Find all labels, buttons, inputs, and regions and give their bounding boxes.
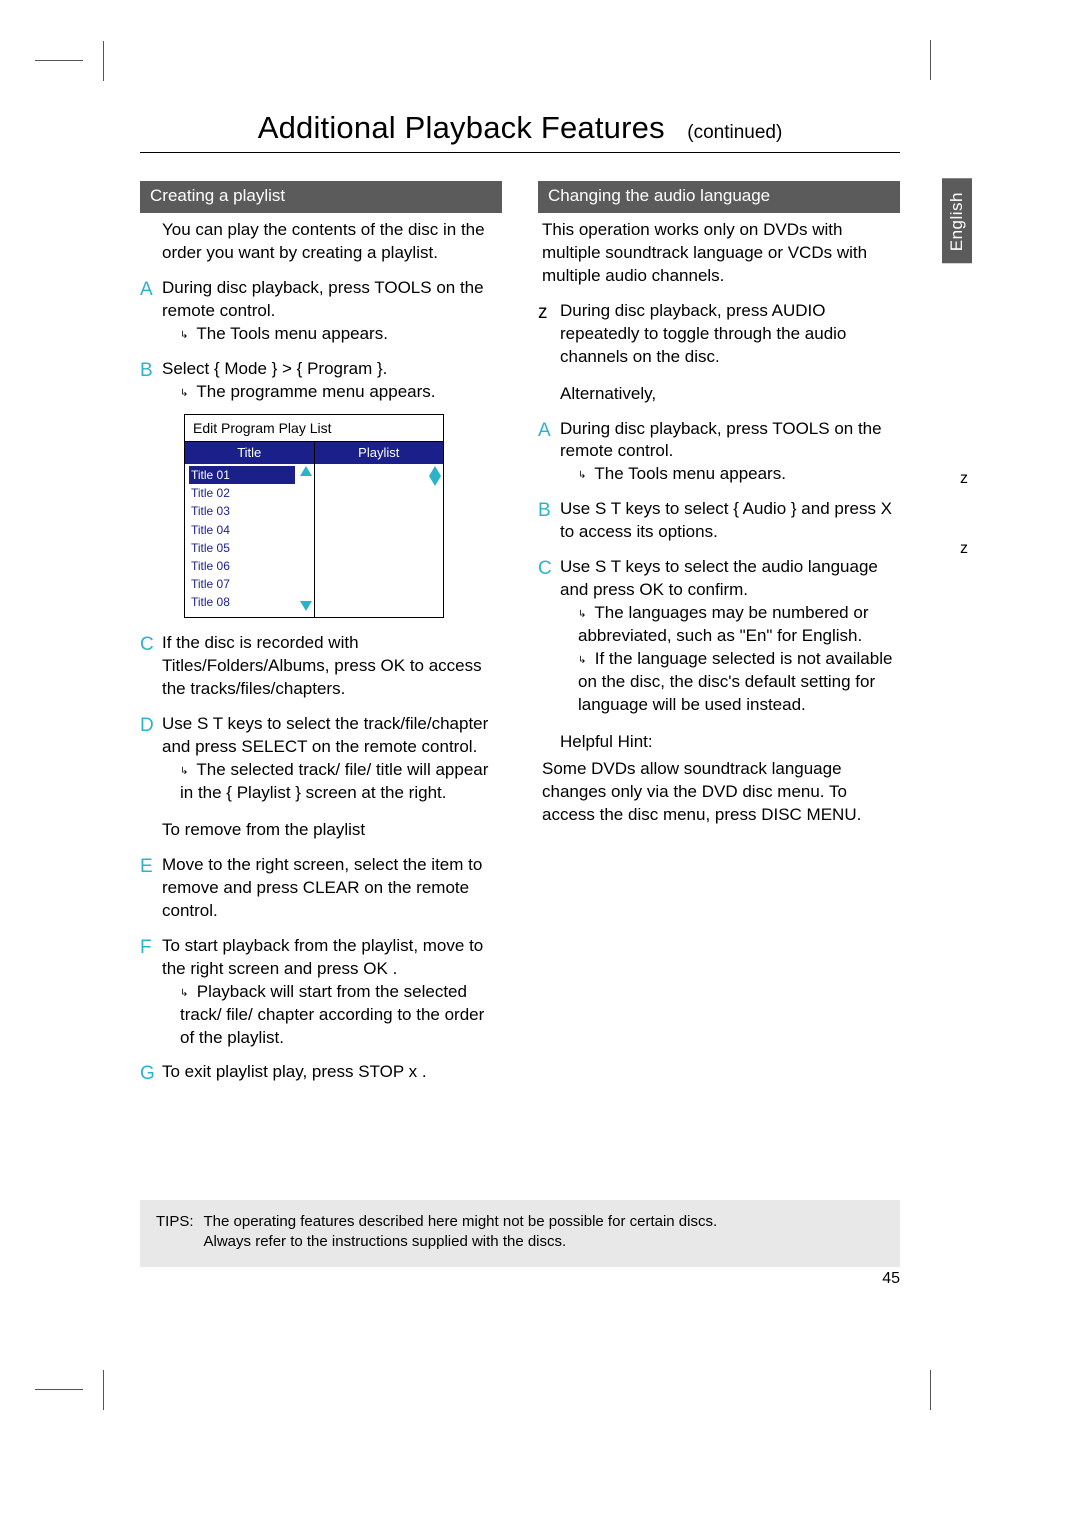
title-row-6: Title 06 xyxy=(189,557,295,575)
title-row-2: Title 02 xyxy=(189,484,295,502)
step-rc-result1: The languages may be numbered or abbrevi… xyxy=(578,603,868,645)
result-arrow-icon: ↳ xyxy=(180,765,192,779)
step-z-text: During disc playback, press AUDIO repeat… xyxy=(560,301,846,366)
step-d-text: Use S T keys to select the track/file/ch… xyxy=(162,714,488,756)
page-content: English z z Additional Playback Features… xyxy=(140,100,900,1087)
diagram-title-list: Title 01 Title 02 Title 03 Title 04 Titl… xyxy=(185,464,298,618)
step-c-label: C xyxy=(140,632,162,701)
title-main: Additional Playback Features xyxy=(258,110,665,145)
step-e: E Move to the right screen, select the i… xyxy=(140,854,502,923)
left-column: Creating a playlist You can play the con… xyxy=(140,181,502,1087)
page-number: 45 xyxy=(882,1270,900,1288)
step-rb-text: Use S T keys to select { Audio } and pre… xyxy=(560,499,892,541)
step-f-result: Playback will start from the selected tr… xyxy=(180,982,484,1047)
diagram-col-title: Title xyxy=(185,442,314,464)
helpful-hint-body: Some DVDs allow soundtrack language chan… xyxy=(542,758,900,827)
result-arrow-icon: ↳ xyxy=(180,329,192,343)
title-row-4: Title 04 xyxy=(189,521,295,539)
step-g-text: To exit playlist play, press STOP x . xyxy=(162,1062,427,1081)
step-a-text: During disc playback, press TOOLS on the… xyxy=(162,278,484,320)
step-b-result: The programme menu appears. xyxy=(196,382,435,401)
helpful-hint-title: Helpful Hint: xyxy=(560,731,900,754)
scroll-down-icon xyxy=(429,476,441,486)
result-arrow-icon: ↳ xyxy=(578,608,590,622)
tips-box: TIPS: The operating features described h… xyxy=(140,1200,900,1267)
subhead-audio-language: Changing the audio language xyxy=(538,181,900,213)
intro-right: This operation works only on DVDs with m… xyxy=(542,219,900,288)
scroll-up-icon xyxy=(300,466,312,476)
step-e-label: E xyxy=(140,854,162,923)
scroll-down-icon xyxy=(300,601,312,611)
step-ra-text: During disc playback, press TOOLS on the… xyxy=(560,419,882,461)
step-f-label: F xyxy=(140,935,162,1050)
step-d: D Use S T keys to select the track/file/… xyxy=(140,713,502,805)
step-rb-label: B xyxy=(538,498,560,544)
title-row-5: Title 05 xyxy=(189,539,295,557)
step-rc: C Use S T keys to select the audio langu… xyxy=(538,556,900,717)
alternatively-label: Alternatively, xyxy=(560,383,900,406)
step-rc-result2: If the language selected is not availabl… xyxy=(578,649,892,714)
result-arrow-icon: ↳ xyxy=(180,987,192,1001)
diagram-title: Edit Program Play List xyxy=(185,415,443,443)
tips-label: TIPS: xyxy=(156,1212,194,1253)
diagram-scroll-left xyxy=(298,464,314,618)
crop-mark-bottom-left xyxy=(35,1350,83,1390)
tips-line2: Always refer to the instructions supplie… xyxy=(204,1232,718,1252)
scroll-up-icon xyxy=(429,466,441,476)
edit-program-diagram: Edit Program Play List Title Title 01 Ti… xyxy=(184,414,444,619)
step-rb: B Use S T keys to select { Audio } and p… xyxy=(538,498,900,544)
step-f: F To start playback from the playlist, m… xyxy=(140,935,502,1050)
title-row-1: Title 01 xyxy=(189,466,295,484)
crop-mark-top-right xyxy=(930,40,931,80)
diagram-scroll-right xyxy=(427,464,443,492)
crop-mark-top-left xyxy=(35,60,83,100)
title-row-8: Title 08 xyxy=(189,593,295,611)
step-f-text: To start playback from the playlist, mov… xyxy=(162,936,483,978)
step-rc-text: Use S T keys to select the audio languag… xyxy=(560,557,878,599)
step-rc-label: C xyxy=(538,556,560,717)
result-arrow-icon: ↳ xyxy=(578,654,590,668)
step-b-text: Select { Mode } > { Program }. xyxy=(162,359,387,378)
step-ra: A During disc playback, press TOOLS on t… xyxy=(538,418,900,487)
step-g: G To exit playlist play, press STOP x . xyxy=(140,1061,502,1087)
step-ra-label: A xyxy=(538,418,560,487)
step-c-text: If the disc is recorded with Titles/Fold… xyxy=(162,633,482,698)
diagram-playlist-list xyxy=(315,464,428,492)
edge-marker-z2: z xyxy=(960,540,968,558)
step-ra-result: The Tools menu appears. xyxy=(594,464,786,483)
right-column: Changing the audio language This operati… xyxy=(538,181,900,1087)
step-b-label: B xyxy=(140,358,162,404)
language-tab: English xyxy=(942,178,972,263)
result-arrow-icon: ↳ xyxy=(578,469,590,483)
step-a-result: The Tools menu appears. xyxy=(196,324,388,343)
step-d-result: The selected track/ file/ title will app… xyxy=(180,760,488,802)
step-e-text: Move to the right screen, select the ite… xyxy=(162,855,482,920)
remove-title: To remove from the playlist xyxy=(162,819,502,842)
title-row-7: Title 07 xyxy=(189,575,295,593)
step-d-label: D xyxy=(140,713,162,805)
step-b: B Select { Mode } > { Program }. ↳ The p… xyxy=(140,358,502,404)
step-a-label: A xyxy=(140,277,162,346)
intro-left: You can play the contents of the disc in… xyxy=(162,219,502,265)
page-title: Additional Playback Features (continued) xyxy=(140,100,900,153)
diagram-col-playlist: Playlist xyxy=(315,442,444,464)
subhead-creating-playlist: Creating a playlist xyxy=(140,181,502,213)
title-row-3: Title 03 xyxy=(189,502,295,520)
step-c: C If the disc is recorded with Titles/Fo… xyxy=(140,632,502,701)
step-g-label: G xyxy=(140,1061,162,1087)
step-z: z During disc playback, press AUDIO repe… xyxy=(538,300,900,369)
step-z-label: z xyxy=(538,300,560,369)
result-arrow-icon: ↳ xyxy=(180,387,192,401)
tips-line1: The operating features described here mi… xyxy=(204,1212,718,1232)
edge-marker-z1: z xyxy=(960,470,968,488)
step-a: A During disc playback, press TOOLS on t… xyxy=(140,277,502,346)
title-continued: (continued) xyxy=(687,122,782,143)
crop-mark-bottom-right xyxy=(930,1370,931,1410)
